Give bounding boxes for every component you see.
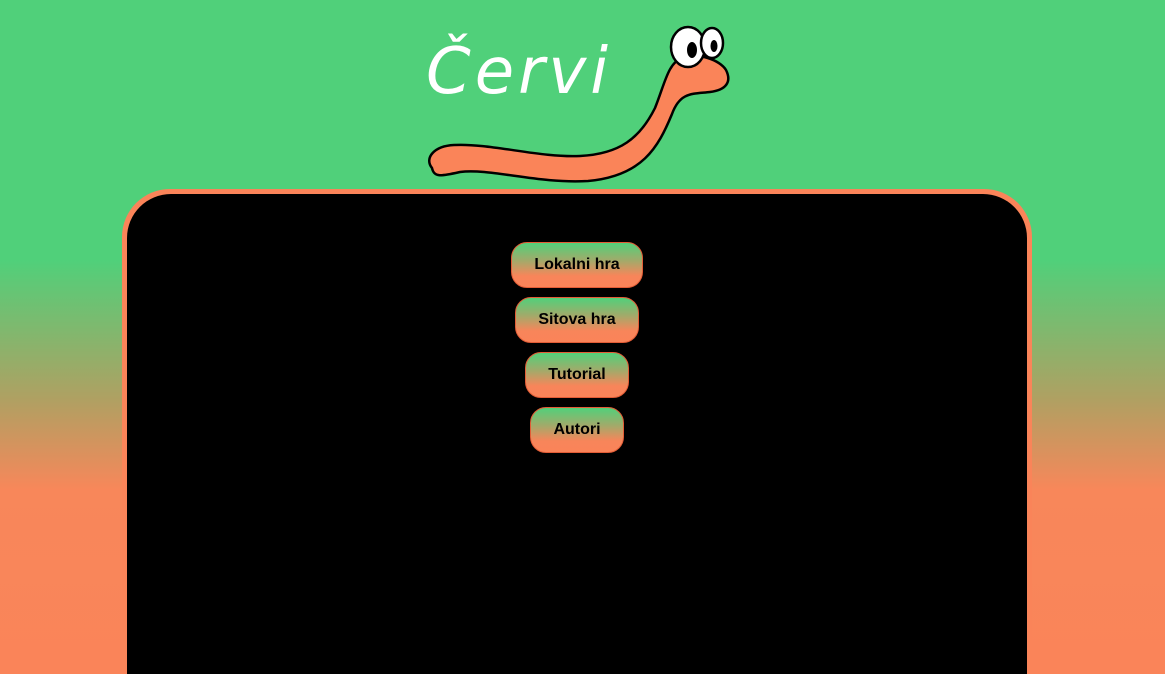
local-game-button[interactable]: Lokalni hra [511, 242, 643, 288]
logo: Červi [420, 18, 740, 188]
worm-mascot-icon [428, 25, 730, 183]
main-panel: Lokalni hra Sitova hra Tutorial Autori [122, 189, 1032, 674]
network-game-button[interactable]: Sitova hra [515, 297, 639, 343]
tutorial-button[interactable]: Tutorial [525, 352, 629, 398]
main-menu: Lokalni hra Sitova hra Tutorial Autori [127, 242, 1027, 453]
menu-panel: Lokalni hra Sitova hra Tutorial Autori [127, 194, 1027, 674]
authors-button[interactable]: Autori [530, 407, 624, 453]
